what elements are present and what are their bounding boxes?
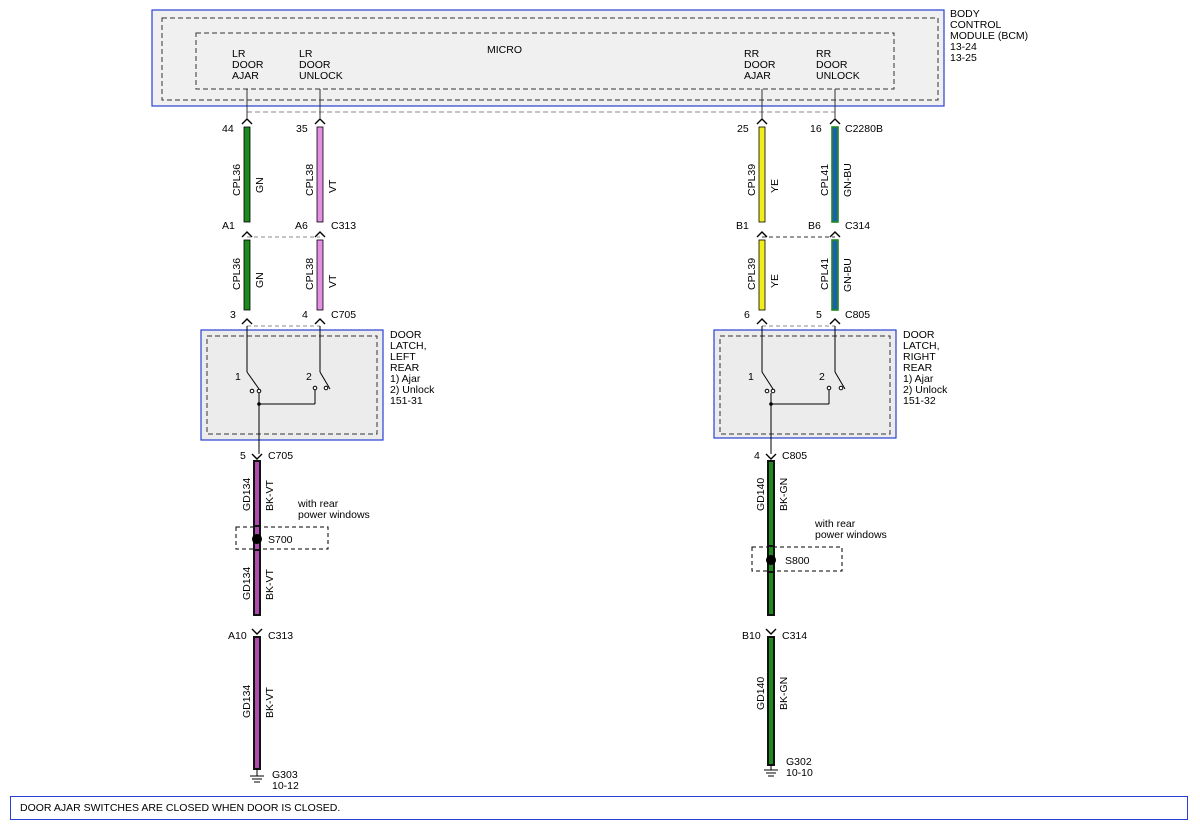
- svg-text:GN-BU: GN-BU: [842, 258, 854, 292]
- svg-text:44: 44: [222, 123, 234, 135]
- svg-text:B1: B1: [736, 220, 749, 232]
- svg-text:CPL36: CPL36: [231, 258, 243, 290]
- svg-text:VT: VT: [327, 274, 339, 288]
- svg-text:GD134: GD134: [241, 567, 253, 600]
- wire-cpl39: [758, 126, 766, 311]
- svg-text:2: 2: [819, 371, 825, 383]
- svg-text:CPL36: CPL36: [231, 164, 243, 196]
- svg-text:GD140: GD140: [755, 677, 767, 710]
- svg-text:C314: C314: [845, 220, 870, 232]
- svg-text:10-10: 10-10: [786, 767, 813, 779]
- svg-text:BK-VT: BK-VT: [264, 479, 276, 511]
- ground-g303: G303 10-12: [250, 769, 299, 792]
- svg-text:S800: S800: [785, 555, 810, 567]
- svg-text:C314: C314: [782, 630, 807, 642]
- wire-gd140: [767, 460, 775, 766]
- svg-text:4: 4: [302, 309, 308, 321]
- svg-text:16: 16: [810, 123, 822, 135]
- svg-text:B10: B10: [742, 630, 761, 642]
- svg-text:5: 5: [240, 450, 246, 462]
- svg-text:VT: VT: [327, 179, 339, 193]
- door-latch-left: 1 2 DOOR LATCH, LEFT REAR 1) Ajar 2) Unl…: [200, 326, 437, 454]
- svg-text:A6: A6: [295, 220, 308, 232]
- svg-text:YE: YE: [769, 274, 781, 288]
- svg-text:CPL39: CPL39: [746, 258, 758, 290]
- micro-label: MICRO: [487, 44, 522, 56]
- svg-text:with rear power windows: with rear power windows: [814, 518, 887, 541]
- svg-text:GD134: GD134: [241, 478, 253, 511]
- bcm-title: BODY CONTROL MODULE (BCM) 13-24 13-25: [950, 8, 1031, 64]
- door-latch-right: 1 2 DOOR LATCH, RIGHT REAR 1) Ajar 2) Un…: [713, 326, 950, 454]
- svg-text:GD134: GD134: [241, 685, 253, 718]
- svg-text:C313: C313: [331, 220, 356, 232]
- svg-text:C805: C805: [845, 309, 870, 321]
- svg-text:C705: C705: [331, 309, 356, 321]
- svg-text:A10: A10: [228, 630, 247, 642]
- svg-text:25: 25: [737, 123, 749, 135]
- svg-text:B6: B6: [808, 220, 821, 232]
- footer-note: DOOR AJAR SWITCHES ARE CLOSED WHEN DOOR …: [10, 796, 1188, 820]
- svg-text:GN: GN: [254, 272, 266, 288]
- svg-text:1: 1: [235, 371, 241, 383]
- svg-text:CPL41: CPL41: [819, 164, 831, 196]
- svg-text:CPL41: CPL41: [819, 258, 831, 290]
- svg-text:C705: C705: [268, 450, 293, 462]
- wiring-diagram: MICRO BODY CONTROL MODULE (BCM) 13-24 13…: [151, 8, 1031, 792]
- svg-text:GN-BU: GN-BU: [842, 163, 854, 197]
- svg-text:BK-VT: BK-VT: [264, 568, 276, 600]
- latch-left-title: DOOR LATCH, LEFT REAR 1) Ajar 2) Unlock …: [390, 329, 437, 407]
- wire-cpl41: [831, 126, 839, 311]
- svg-text:CPL38: CPL38: [304, 164, 316, 196]
- svg-text:BK-VT: BK-VT: [264, 686, 276, 718]
- svg-text:35: 35: [296, 123, 308, 135]
- svg-text:GD140: GD140: [755, 478, 767, 511]
- svg-text:CPL39: CPL39: [746, 164, 758, 196]
- svg-text:3: 3: [230, 309, 236, 321]
- svg-text:A1: A1: [222, 220, 235, 232]
- svg-text:4: 4: [754, 450, 760, 462]
- svg-text:S700: S700: [268, 534, 293, 546]
- latch-right-title: DOOR LATCH, RIGHT REAR 1) Ajar 2) Unlock…: [903, 329, 950, 407]
- svg-text:BK-GN: BK-GN: [778, 478, 790, 511]
- bcm-module: MICRO BODY CONTROL MODULE (BCM) 13-24 13…: [151, 8, 1031, 107]
- svg-text:C805: C805: [782, 450, 807, 462]
- svg-text:GN: GN: [254, 177, 266, 193]
- wire-cpl36: [243, 126, 251, 311]
- svg-text:YE: YE: [769, 179, 781, 193]
- svg-text:C313: C313: [268, 630, 293, 642]
- wire-cpl38: [316, 126, 324, 311]
- svg-text:C2280B: C2280B: [845, 123, 883, 135]
- wire-gd134: [253, 460, 261, 770]
- svg-text:CPL38: CPL38: [304, 258, 316, 290]
- svg-text:2: 2: [306, 371, 312, 383]
- svg-text:6: 6: [744, 309, 750, 321]
- svg-text:1: 1: [748, 371, 754, 383]
- svg-text:with rear power windows: with rear power windows: [297, 498, 370, 521]
- svg-text:5: 5: [816, 309, 822, 321]
- svg-text:10-12: 10-12: [272, 780, 299, 792]
- svg-text:BK-GN: BK-GN: [778, 677, 790, 710]
